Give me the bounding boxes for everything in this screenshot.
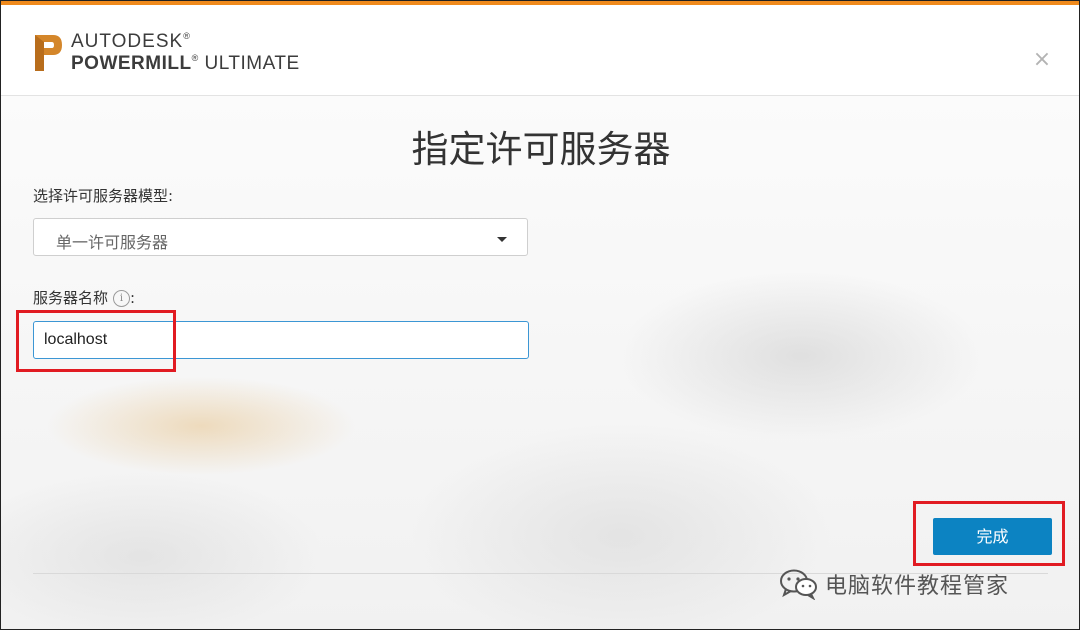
watermark: 电脑软件教程管家	[779, 567, 1009, 601]
watermark-text: 电脑软件教程管家	[825, 574, 1010, 599]
highlight-box-done-button	[913, 501, 1065, 566]
brand-autodesk: AUTODESK®	[71, 31, 191, 52]
page-title: 指定许可服务器	[411, 128, 671, 171]
license-dialog-window: AUTODESK® POWERMILL® ULTIMATE × 指定许可服务器 …	[0, 0, 1080, 630]
chevron-down-icon	[497, 237, 507, 242]
server-model-select[interactable]: 单一许可服务器	[33, 218, 528, 256]
server-model-value: 单一许可服务器	[56, 233, 169, 252]
server-name-label: 服务器名称 i:	[33, 289, 136, 307]
highlight-box-server-input	[16, 310, 176, 372]
model-label: 选择许可服务器模型:	[33, 187, 174, 205]
info-icon[interactable]: i	[113, 290, 131, 307]
brand-product: POWERMILL® ULTIMATE	[71, 53, 300, 74]
close-icon[interactable]: ×	[1031, 49, 1053, 71]
wechat-icon	[780, 569, 817, 600]
autodesk-p-logo-icon	[35, 35, 62, 71]
dialog-header: AUTODESK® POWERMILL® ULTIMATE ×	[1, 5, 1079, 96]
